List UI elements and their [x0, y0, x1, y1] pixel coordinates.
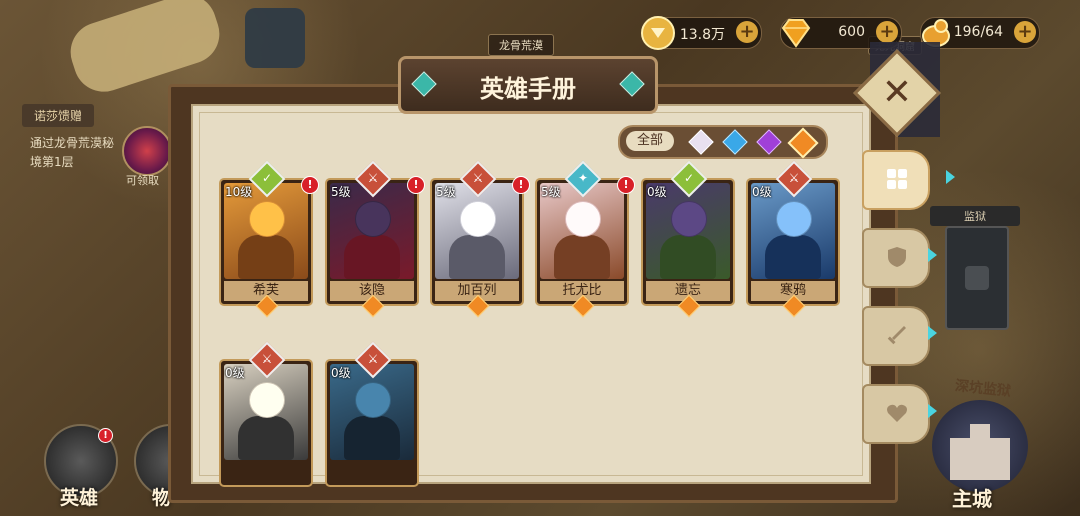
filter-purple-gem-icon[interactable] — [756, 129, 782, 155]
castle-tower — [950, 438, 970, 480]
quest-description: 通过龙骨荒漠秘境第1层 — [30, 136, 115, 169]
diamond-add-button[interactable]: + — [876, 21, 898, 43]
panel-title: 英雄手册 — [480, 75, 576, 103]
hero-figure-body — [344, 416, 400, 460]
hero-figure-head — [355, 382, 391, 418]
hero-card[interactable]: 0级 ⚔ 寒鸦 — [746, 160, 840, 318]
hero-card[interactable]: 0级 ✓ 遗忘 — [641, 160, 735, 318]
filter-white-gem-icon[interactable] — [688, 129, 714, 155]
stamina-add-button[interactable]: + — [1014, 21, 1036, 43]
tab-attack[interactable] — [862, 306, 930, 366]
hero-figure-head — [249, 201, 285, 237]
quest-panel[interactable]: 诺莎馈赠 通过龙骨荒漠秘境第1层 可领取 — [22, 104, 172, 187]
hero-figure-head — [776, 201, 812, 237]
hero-figure-body — [765, 235, 821, 279]
tab-arrow-icon — [928, 248, 937, 262]
hero-figure-head — [460, 201, 496, 237]
gold-counter: 13.8万 + — [641, 16, 762, 50]
hero-role-mark: ⚔ — [367, 352, 379, 366]
main-city-button[interactable] — [932, 400, 1028, 492]
stamina-value: 196/64 — [953, 24, 1003, 40]
grid-icon — [887, 169, 907, 189]
hero-level: 5级 — [436, 185, 456, 199]
prison-label: 监狱 — [930, 206, 1020, 226]
hero-level: 5级 — [331, 185, 351, 199]
hero-figure-body — [238, 416, 294, 460]
hero-role-mark: ⚔ — [367, 171, 379, 185]
hero-level: 0级 — [331, 366, 351, 380]
hero-nav-label: 英雄 — [60, 487, 99, 509]
hero-card[interactable]: 0级 ⚔ — [325, 341, 419, 487]
tab-arrow-icon — [928, 326, 937, 340]
hero-figure-head — [249, 382, 285, 418]
diamond-icon — [781, 19, 811, 48]
heart-icon — [887, 404, 907, 422]
main-city-label: 主城 — [952, 487, 992, 511]
tab-arrow-icon — [928, 404, 937, 418]
hero-nav-alert-badge: ! — [98, 428, 113, 443]
map-location-label: 龙骨荒漠 — [488, 34, 554, 56]
hero-role-mark: ⚔ — [261, 352, 273, 366]
hero-alert-badge: ! — [512, 176, 530, 194]
hero-figure-head — [565, 201, 601, 237]
filter-all-button[interactable]: 全部 — [626, 131, 674, 151]
tab-support[interactable] — [862, 384, 930, 444]
quest-claim-label: 可领取 — [126, 174, 159, 187]
hero-figure-body — [344, 235, 400, 279]
hero-alert-badge: ! — [407, 176, 425, 194]
hero-figure-body — [660, 235, 716, 279]
hero-role-mark: ✓ — [261, 171, 273, 185]
hero-card[interactable]: 0级 ⚔ — [219, 341, 313, 487]
hero-level: 0级 — [647, 185, 667, 199]
hero-figure-head — [671, 201, 707, 237]
castle-tower — [970, 424, 990, 480]
lock-icon — [965, 266, 989, 290]
shield-icon — [888, 247, 906, 267]
hero-level: 0级 — [225, 366, 245, 380]
gold-coin-icon — [641, 16, 675, 50]
hero-card[interactable]: 5级 ✦! 托尤比 — [535, 160, 635, 318]
tab-defense[interactable] — [862, 228, 930, 288]
prison-building[interactable]: 监狱 — [930, 206, 1020, 330]
quest-reward-icon[interactable] — [122, 126, 172, 176]
hero-card[interactable]: 5级 ⚔! 该隐 — [325, 160, 425, 318]
hero-level: 10级 — [225, 185, 253, 199]
hero-role-mark: ⚔ — [472, 171, 484, 185]
gold-value: 13.8万 — [679, 27, 725, 43]
rarity-filter-bar: 全部 — [618, 125, 828, 159]
hero-figure-body — [449, 235, 505, 279]
title-plate: 英雄手册 — [398, 56, 658, 114]
sword-icon — [887, 326, 906, 345]
castle-tower — [990, 438, 1010, 480]
close-icon[interactable]: ✕ — [866, 62, 928, 124]
hero-alert-badge: ! — [617, 176, 635, 194]
inkwell-decoration — [245, 8, 305, 68]
gold-add-button[interactable]: + — [736, 21, 758, 43]
hero-level: 5级 — [541, 185, 561, 199]
hero-figure-head — [355, 201, 391, 237]
hero-card[interactable]: 10级 ✓! 希芙 — [219, 160, 319, 318]
quest-title: 诺莎馈赠 — [22, 104, 95, 127]
hero-level: 0级 — [752, 185, 772, 199]
diamond-value: 600 — [838, 24, 865, 40]
prison-door — [945, 226, 1009, 330]
hero-alert-badge: ! — [301, 176, 319, 194]
tab-all-heroes[interactable] — [862, 150, 930, 210]
tab-arrow-icon — [946, 170, 955, 184]
hero-role-mark: ✦ — [577, 171, 589, 185]
hero-role-mark: ⚔ — [788, 171, 800, 185]
hero-figure-body — [238, 235, 294, 279]
filter-orange-gem-icon[interactable] — [787, 127, 819, 159]
hero-card[interactable]: 5级 ⚔! 加百列 — [430, 160, 530, 318]
filter-blue-gem-icon[interactable] — [722, 129, 748, 155]
hero-figure-body — [554, 235, 610, 279]
hero-role-mark: ✓ — [683, 171, 695, 185]
